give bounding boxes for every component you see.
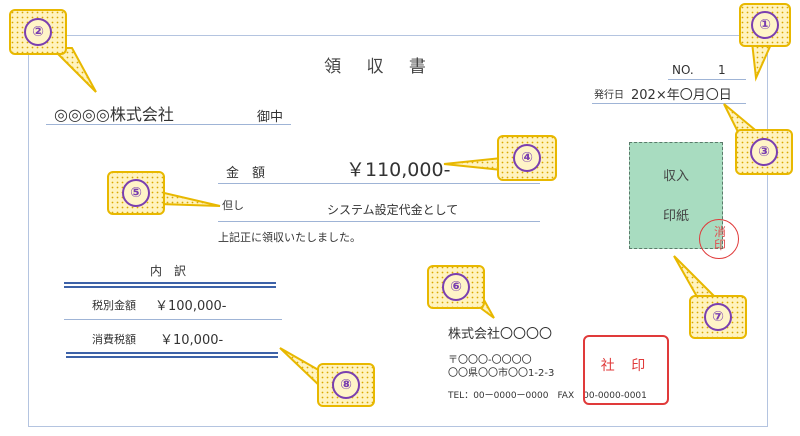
callout-layer bbox=[9, 3, 793, 407]
callout-2-number: ② bbox=[24, 18, 52, 46]
callout-5-number: ⑤ bbox=[122, 179, 150, 207]
callout-4-number: ④ bbox=[513, 144, 541, 172]
callout-1-number: ① bbox=[751, 11, 779, 39]
callout-8-number: ⑧ bbox=[332, 371, 360, 399]
callout-8 bbox=[279, 347, 375, 407]
callout-2 bbox=[9, 9, 97, 93]
callout-7-number: ⑦ bbox=[704, 303, 732, 331]
callout-3-number: ③ bbox=[750, 138, 778, 166]
callout-6-number: ⑥ bbox=[442, 273, 470, 301]
